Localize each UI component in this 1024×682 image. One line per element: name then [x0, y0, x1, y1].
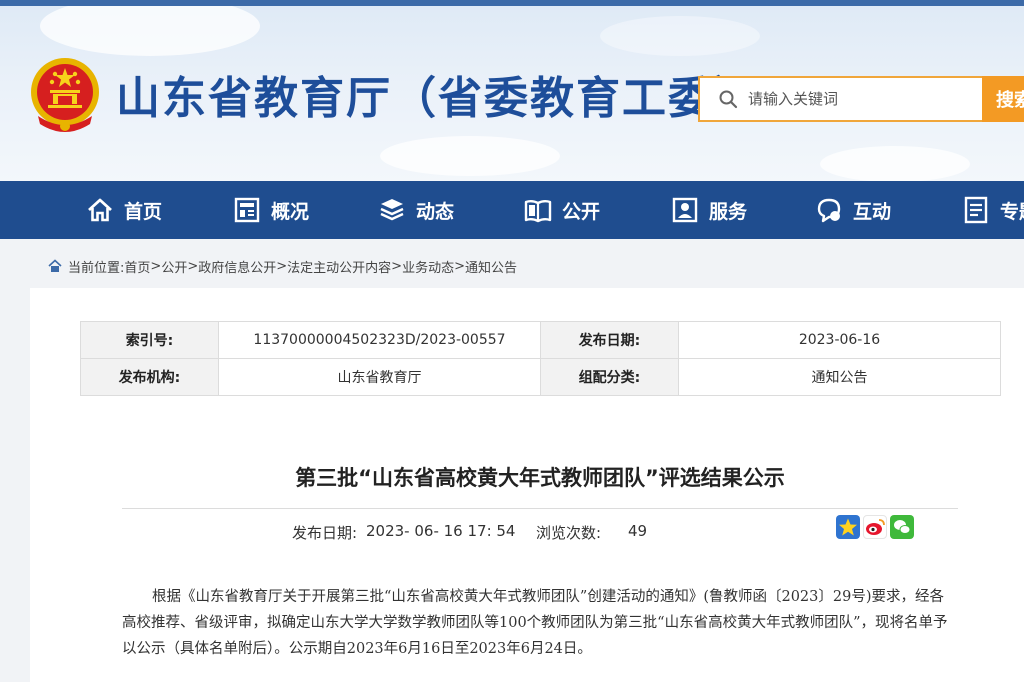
search-box	[698, 76, 982, 122]
book-icon	[524, 200, 552, 223]
nav-item-topic[interactable]: 专题	[962, 181, 1024, 239]
meta-table: 索引号: 11370000004502323D/2023-00557 发布日期:…	[80, 321, 1001, 396]
breadcrumb-item[interactable]: 法定主动公开内容	[287, 257, 391, 276]
article-body: 根据《山东省教育厅关于开展第三批“山东省高校黄大年式教师团队”创建活动的通知》(…	[122, 589, 948, 657]
search-icon	[719, 90, 738, 109]
nav-item-overview[interactable]: 概况	[233, 181, 309, 239]
overview-icon	[234, 197, 260, 223]
nav-item-service[interactable]: 服务	[671, 181, 747, 239]
document-icon	[964, 196, 988, 224]
date-value: 2023-06-16	[678, 321, 1001, 359]
org-label: 发布机构:	[80, 358, 219, 396]
breadcrumb-separator: >	[391, 258, 403, 274]
cloud-decoration	[820, 146, 970, 181]
pub-date-value: 2023- 06- 16 17: 54	[366, 522, 516, 540]
nav-label: 互动	[853, 200, 892, 223]
home-icon	[88, 198, 112, 222]
share-wechat-button[interactable]	[890, 515, 914, 539]
article-title: 第三批“山东省高校黄大年式教师团队”评选结果公示	[295, 466, 785, 490]
breadcrumb-prefix: 当前位置:	[68, 260, 125, 276]
index-label: 索引号:	[80, 321, 219, 359]
site-title[interactable]: 山东省教育厅（省委教育工委）	[116, 62, 760, 126]
nav-label: 概况	[271, 200, 310, 223]
share-weibo-button[interactable]	[863, 515, 887, 539]
nav-label: 专题	[1000, 200, 1024, 223]
nav-label: 服务	[709, 200, 748, 223]
breadcrumb-item[interactable]: 业务动态	[402, 257, 454, 276]
site-header: 山东省教育厅（省委教育工委） 搜索	[0, 6, 1024, 181]
nav-item-interact[interactable]: 互动	[815, 181, 891, 239]
nav-item-news[interactable]: 动态	[378, 181, 454, 239]
category-value: 通知公告	[678, 358, 1001, 396]
service-icon	[672, 197, 698, 223]
news-icon	[380, 199, 404, 221]
views-value: 49	[628, 522, 648, 540]
index-value: 11370000004502323D/2023-00557	[218, 321, 541, 359]
breadcrumb-separator: >	[187, 258, 199, 274]
date-label: 发布日期:	[540, 321, 679, 359]
breadcrumb-item[interactable]: 政府信息公开	[198, 257, 276, 276]
breadcrumb-item[interactable]: 首页	[124, 257, 150, 276]
org-value: 山东省教育厅	[218, 358, 541, 396]
cloud-decoration	[380, 136, 560, 176]
breadcrumb-separator: >	[454, 258, 465, 274]
views-label: 浏览次数:	[536, 524, 602, 542]
search-button[interactable]: 搜索	[982, 76, 1024, 122]
nav-label: 公开	[562, 200, 601, 223]
weibo-icon	[866, 519, 885, 535]
main-nav: 首页 概况 动态 公开 服务 互动 专	[0, 181, 1024, 239]
home-icon	[48, 259, 62, 272]
pub-date-label: 发布日期:	[292, 524, 358, 542]
cloud-decoration	[40, 6, 260, 56]
breadcrumb-item[interactable]: 通知公告	[465, 257, 517, 276]
breadcrumb-item[interactable]: 公开	[161, 257, 187, 276]
nav-item-public[interactable]: 公开	[524, 181, 600, 239]
nav-label: 动态	[416, 200, 455, 223]
table-row: 发布机构: 山东省教育厅 组配分类: 通知公告	[80, 358, 1001, 396]
table-row: 索引号: 11370000004502323D/2023-00557 发布日期:…	[80, 321, 1001, 359]
qzone-star-icon	[839, 518, 857, 536]
wechat-icon	[894, 520, 911, 534]
search-input[interactable]	[748, 90, 968, 108]
breadcrumb: 当前位置: 首页 > 公开 > 政府信息公开 > 法定主动公开内容 > 业务动态 > 通知…	[48, 256, 517, 276]
breadcrumb-separator: >	[276, 258, 288, 274]
category-label: 组配分类:	[540, 358, 679, 396]
breadcrumb-separator: >	[150, 258, 162, 274]
nav-item-home[interactable]: 首页	[86, 181, 162, 239]
title-divider	[122, 508, 958, 509]
national-emblem-icon	[31, 58, 99, 132]
share-qzone-button[interactable]	[836, 515, 860, 539]
nav-label: 首页	[124, 200, 163, 223]
cloud-decoration	[600, 16, 760, 56]
chat-icon	[817, 198, 841, 223]
